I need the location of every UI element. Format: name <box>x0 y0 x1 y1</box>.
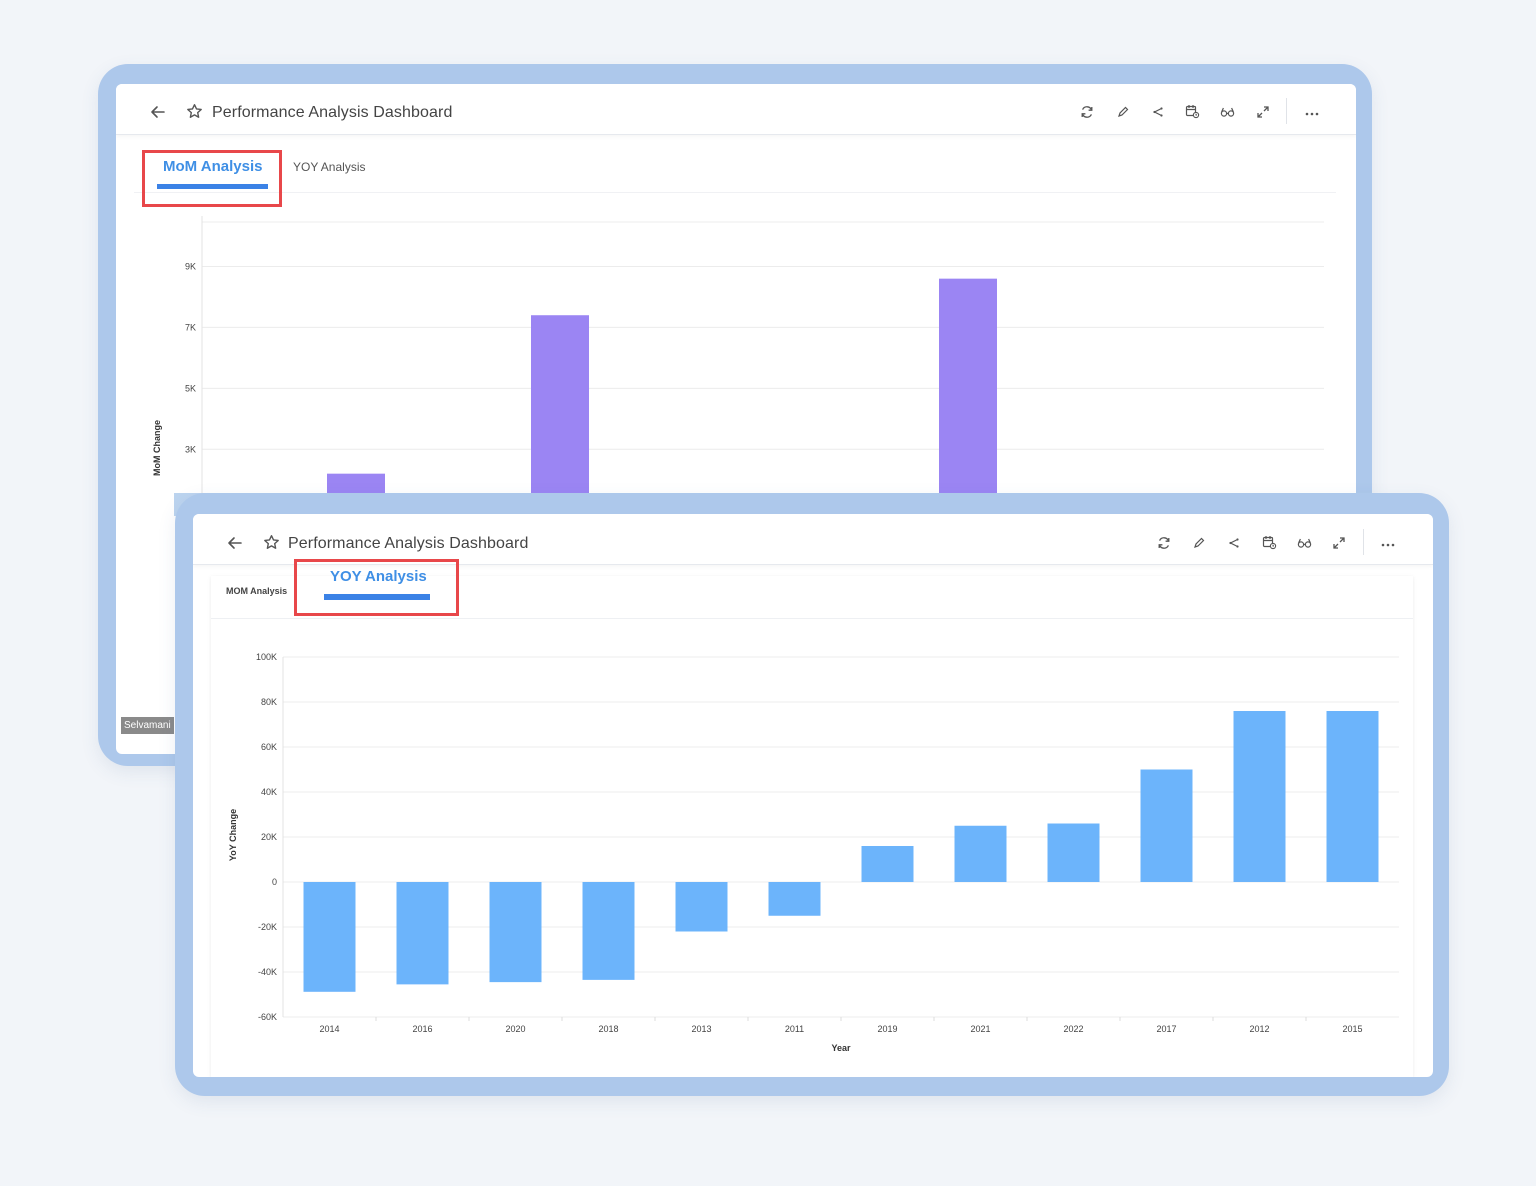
schedule-icon[interactable] <box>1262 535 1282 555</box>
refresh-icon[interactable] <box>1080 105 1100 125</box>
back-arrow-icon[interactable] <box>150 104 170 124</box>
yoy-y-tick-label: 80K <box>261 697 277 707</box>
share-icon[interactable] <box>1227 536 1247 556</box>
yoy-x-tick-label: 2019 <box>877 1024 897 1034</box>
edit-icon[interactable] <box>1116 105 1136 125</box>
front-topbar: Performance Analysis Dashboard <box>193 514 1433 565</box>
view-icon[interactable] <box>1220 105 1240 125</box>
yoy-chart: 100K 80K 60K 40K 20K 0 -20K -40K -60K 2014 2016 20… <box>228 652 1399 1053</box>
yoy-y-tick-label: 0 <box>272 877 277 887</box>
yoy-x-tick-label: 2022 <box>1063 1024 1083 1034</box>
back-tab-strip: MoM Analysis YOY Analysis <box>134 144 1336 193</box>
yoy-bar <box>1140 769 1193 882</box>
yoy-x-tick-label: 2014 <box>319 1024 339 1034</box>
share-icon[interactable] <box>1151 105 1171 125</box>
yoy-y-tick-label: 40K <box>261 787 277 797</box>
yoy-y-tick-label: 20K <box>261 832 277 842</box>
yoy-bar <box>675 882 728 932</box>
toolbar-divider <box>1286 98 1287 124</box>
tab-yoy-analysis[interactable]: YOY Analysis <box>293 160 365 174</box>
mom-y-tick-label: 5K <box>185 383 196 393</box>
toolbar-divider <box>1363 529 1364 555</box>
front-window-frame: Performance Analysis Dashboard MOM Analy… <box>175 493 1449 1096</box>
yoy-x-tick-label: 2011 <box>785 1024 804 1034</box>
yoy-y-axis-title: YoY Change <box>228 809 238 861</box>
yoy-bar <box>954 825 1007 882</box>
front-window-screen: Performance Analysis Dashboard MOM Analy… <box>193 514 1433 1077</box>
expand-icon[interactable] <box>1256 105 1276 125</box>
mom-y-axis-title: MoM Change <box>152 420 162 476</box>
yoy-bar <box>1047 823 1100 882</box>
yoy-x-axis-title: Year <box>831 1043 851 1053</box>
star-icon[interactable] <box>186 103 206 123</box>
highlight-box-yoy-tab <box>294 559 459 616</box>
yoy-y-tick-label: -20K <box>258 922 277 932</box>
yoy-bar <box>768 882 821 916</box>
yoy-bar <box>1326 711 1379 882</box>
mom-y-tick-label: 9K <box>185 261 196 271</box>
yoy-x-tick-label: 2016 <box>412 1024 432 1034</box>
edit-icon[interactable] <box>1192 536 1212 556</box>
user-name-tag: Selvamani <box>121 717 174 734</box>
yoy-y-tick-label: 100K <box>256 652 277 662</box>
front-content-card: MOM Analysis YOY Analysis 100K 80K 60K 40K 2… <box>211 568 1413 1077</box>
yoy-x-tick-label: 2015 <box>1342 1024 1362 1034</box>
mom-y-tick-label: 3K <box>185 444 196 454</box>
yoy-y-tick-label: -40K <box>258 967 277 977</box>
yoy-x-tick-label: 2018 <box>598 1024 618 1034</box>
yoy-bar <box>582 882 635 980</box>
tab-mom-analysis[interactable]: MOM Analysis <box>226 586 287 596</box>
star-icon[interactable] <box>263 534 283 554</box>
yoy-bar <box>396 882 449 985</box>
refresh-icon[interactable] <box>1157 536 1177 556</box>
more-icon[interactable] <box>1381 537 1401 557</box>
yoy-bar <box>1233 711 1286 882</box>
back-arrow-icon[interactable] <box>227 535 247 555</box>
expand-icon[interactable] <box>1332 536 1352 556</box>
yoy-y-tick-label: 60K <box>261 742 277 752</box>
more-icon[interactable] <box>1305 106 1325 126</box>
yoy-x-tick-label: 2020 <box>505 1024 525 1034</box>
page-title: Performance Analysis Dashboard <box>212 104 453 121</box>
view-icon[interactable] <box>1297 536 1317 556</box>
tab-strip-divider <box>211 618 1413 619</box>
yoy-x-tick-label: 2012 <box>1249 1024 1269 1034</box>
yoy-x-tick-label: 2013 <box>691 1024 711 1034</box>
yoy-x-tick-label: 2017 <box>1156 1024 1176 1034</box>
yoy-x-tick-label: 2021 <box>970 1024 990 1034</box>
yoy-y-tick-label: -60K <box>258 1012 277 1022</box>
yoy-bar <box>489 882 542 983</box>
mom-y-tick-label: 7K <box>185 322 196 332</box>
yoy-bar <box>303 882 356 992</box>
back-topbar: Performance Analysis Dashboard <box>116 84 1356 135</box>
page-title: Performance Analysis Dashboard <box>288 535 529 552</box>
schedule-icon[interactable] <box>1185 104 1205 124</box>
yoy-bar <box>861 846 914 882</box>
